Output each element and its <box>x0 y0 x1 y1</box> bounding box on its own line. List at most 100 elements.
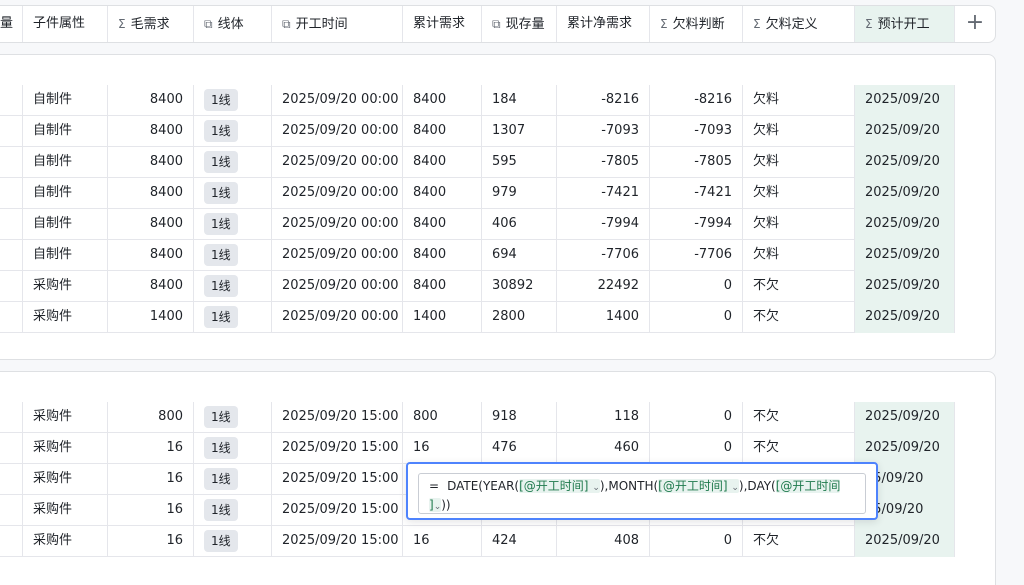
cell-stock[interactable]: 184 <box>482 85 557 116</box>
cell-line[interactable]: 1线 <box>194 178 272 209</box>
table-row[interactable]: 采购件 800 1线 2025/09/20 15:00 800 918 118 0 不欠 2025… <box>0 402 955 433</box>
cell-part-attribute[interactable]: 采购件 <box>23 271 108 302</box>
column-header-shortage-judgement[interactable]: Σ 欠料判断 <box>650 6 743 42</box>
field-reference[interactable]: [@开工时间] ⌄ <box>658 479 739 493</box>
cell-start-time[interactable]: 2025/09/20 15:00 <box>272 526 403 557</box>
column-header-gross-demand[interactable]: Σ 毛需求 <box>108 6 194 42</box>
cell-stock[interactable]: 979 <box>482 178 557 209</box>
cell-shortage-judgement[interactable]: 0 <box>650 302 743 333</box>
cell-shortage-definition[interactable]: 不欠 <box>743 302 855 333</box>
cell-cumulative-demand[interactable]: 8400 <box>403 209 482 240</box>
field-reference[interactable]: ]⌄ <box>429 498 442 512</box>
cell-start-time[interactable]: 2025/09/20 00:00 <box>272 116 403 147</box>
table-row[interactable]: 自制件 8400 1线 2025/09/20 00:00 8400 406 -7994 -79… <box>0 209 955 240</box>
table-row[interactable]: 自制件 8400 1线 2025/09/20 00:00 8400 1307 -7093 -7… <box>0 116 955 147</box>
cell-shortage-judgement[interactable]: -7093 <box>650 116 743 147</box>
cell-start-time[interactable]: 2025/09/20 00:00 <box>272 147 403 178</box>
cell-line[interactable]: 1线 <box>194 495 272 526</box>
formula-editor[interactable]: = DATE(YEAR([@开工时间] ⌄),MONTH([@开工时间] ⌄),D… <box>406 462 878 520</box>
formula-input[interactable]: = DATE(YEAR([@开工时间] ⌄),MONTH([@开工时间] ⌄),D… <box>418 473 866 514</box>
cell-shortage-judgement[interactable]: 0 <box>650 271 743 302</box>
column-header-cumulative-demand[interactable]: 累计需求 <box>403 6 482 42</box>
column-header-stock[interactable]: ⧉ 现存量 <box>482 6 557 42</box>
cell-quantity[interactable] <box>0 495 23 526</box>
column-header-shortage-definition[interactable]: Σ 欠料定义 <box>743 6 855 42</box>
table-row[interactable]: 自制件 8400 1线 2025/09/20 00:00 8400 979 -7421 -74… <box>0 178 955 209</box>
cell-shortage-judgement[interactable]: -7706 <box>650 240 743 271</box>
cell-stock[interactable]: 406 <box>482 209 557 240</box>
cell-shortage-definition[interactable]: 欠料 <box>743 209 855 240</box>
cell-quantity[interactable] <box>0 116 23 147</box>
field-reference[interactable]: [@开工时间 <box>775 479 841 493</box>
cell-start-time[interactable]: 2025/09/20 00:00 <box>272 209 403 240</box>
cell-net-demand[interactable]: -7994 <box>557 209 650 240</box>
cell-shortage-judgement[interactable]: -8216 <box>650 85 743 116</box>
cell-quantity[interactable] <box>0 178 23 209</box>
cell-gross-demand[interactable]: 800 <box>108 402 194 433</box>
cell-quantity[interactable] <box>0 209 23 240</box>
cell-gross-demand[interactable]: 8400 <box>108 240 194 271</box>
cell-start-time[interactable]: 2025/09/20 00:00 <box>272 240 403 271</box>
cell-part-attribute[interactable]: 自制件 <box>23 116 108 147</box>
cell-gross-demand[interactable]: 16 <box>108 495 194 526</box>
cell-start-time[interactable]: 2025/09/20 15:00 <box>272 433 403 464</box>
cell-part-attribute[interactable]: 自制件 <box>23 178 108 209</box>
cell-part-attribute[interactable]: 采购件 <box>23 402 108 433</box>
cell-net-demand[interactable]: -8216 <box>557 85 650 116</box>
table-row[interactable]: 自制件 8400 1线 2025/09/20 00:00 8400 595 -7805 -78… <box>0 147 955 178</box>
cell-gross-demand[interactable]: 16 <box>108 464 194 495</box>
cell-planned-start[interactable]: 2025/09/20 <box>855 526 955 557</box>
cell-planned-start[interactable]: 2025/09/20 <box>855 209 955 240</box>
cell-planned-start[interactable]: 2025/09/20 <box>855 271 955 302</box>
cell-part-attribute[interactable]: 自制件 <box>23 240 108 271</box>
cell-net-demand[interactable]: -7093 <box>557 116 650 147</box>
cell-planned-start[interactable]: 2025/09/20 <box>855 147 955 178</box>
table-row[interactable]: 自制件 8400 1线 2025/09/20 00:00 8400 694 -7706 -77… <box>0 240 955 271</box>
column-header-net-demand[interactable]: 累计净需求 <box>557 6 650 42</box>
cell-shortage-judgement[interactable]: 0 <box>650 433 743 464</box>
cell-cumulative-demand[interactable]: 8400 <box>403 116 482 147</box>
cell-line[interactable]: 1线 <box>194 433 272 464</box>
cell-start-time[interactable]: 2025/09/20 15:00 <box>272 464 403 495</box>
cell-shortage-judgement[interactable]: -7805 <box>650 147 743 178</box>
cell-planned-start[interactable]: 2025/09/20 <box>855 433 955 464</box>
cell-stock[interactable]: 476 <box>482 433 557 464</box>
cell-quantity[interactable] <box>0 147 23 178</box>
cell-quantity[interactable] <box>0 271 23 302</box>
column-header-planned-start[interactable]: Σ 预计开工 <box>855 6 955 42</box>
cell-part-attribute[interactable]: 采购件 <box>23 526 108 557</box>
cell-start-time[interactable]: 2025/09/20 00:00 <box>272 302 403 333</box>
cell-gross-demand[interactable]: 8400 <box>108 147 194 178</box>
cell-shortage-judgement[interactable]: 0 <box>650 526 743 557</box>
cell-cumulative-demand[interactable]: 800 <box>403 402 482 433</box>
cell-part-attribute[interactable]: 自制件 <box>23 85 108 116</box>
table-row[interactable]: 采购件 8400 1线 2025/09/20 00:00 8400 30892 22492 0… <box>0 271 955 302</box>
cell-shortage-definition[interactable]: 欠料 <box>743 147 855 178</box>
cell-stock[interactable]: 2800 <box>482 302 557 333</box>
cell-planned-start[interactable]: 2025/09/20 <box>855 240 955 271</box>
field-reference[interactable]: [@开工时间] ⌄ <box>519 479 600 493</box>
cell-shortage-definition[interactable]: 欠料 <box>743 240 855 271</box>
cell-cumulative-demand[interactable]: 8400 <box>403 240 482 271</box>
cell-net-demand[interactable]: 460 <box>557 433 650 464</box>
cell-shortage-judgement[interactable]: 0 <box>650 402 743 433</box>
column-header-start-time[interactable]: ⧉ 开工时间 <box>272 6 403 42</box>
cell-cumulative-demand[interactable]: 8400 <box>403 147 482 178</box>
cell-start-time[interactable]: 2025/09/20 15:00 <box>272 495 403 526</box>
cell-gross-demand[interactable]: 8400 <box>108 271 194 302</box>
cell-part-attribute[interactable]: 采购件 <box>23 302 108 333</box>
cell-line[interactable]: 1线 <box>194 402 272 433</box>
cell-net-demand[interactable]: 118 <box>557 402 650 433</box>
cell-quantity[interactable] <box>0 85 23 116</box>
cell-shortage-judgement[interactable]: -7994 <box>650 209 743 240</box>
cell-line[interactable]: 1线 <box>194 464 272 495</box>
table-row[interactable]: 采购件 16 1线 2025/09/20 15:00 16 476 460 0 不欠 2025/0… <box>0 433 955 464</box>
cell-quantity[interactable] <box>0 464 23 495</box>
cell-quantity[interactable] <box>0 240 23 271</box>
cell-stock[interactable]: 1307 <box>482 116 557 147</box>
cell-start-time[interactable]: 2025/09/20 15:00 <box>272 402 403 433</box>
cell-planned-start[interactable]: 2025/09/20 <box>855 302 955 333</box>
cell-planned-start[interactable]: 2025/09/20 <box>855 85 955 116</box>
column-header-quantity[interactable]: 量 <box>0 6 23 42</box>
cell-shortage-definition[interactable]: 欠料 <box>743 116 855 147</box>
